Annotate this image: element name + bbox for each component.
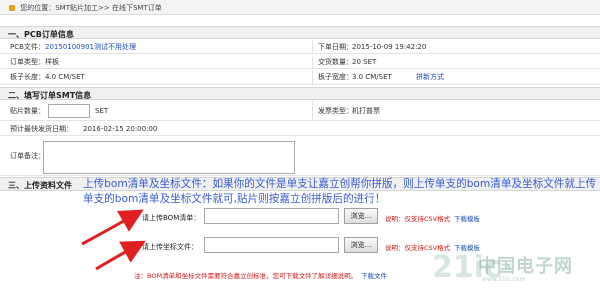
board-length-label: 板子长度：	[10, 73, 45, 81]
patch-qty-label: 贴片数量：	[10, 106, 45, 115]
expected-date-value: 2016-02-15 20:00:00	[83, 124, 158, 133]
bom-upload-label: 请上传BOM清单：	[142, 214, 201, 222]
column-divider	[312, 40, 313, 53]
order-type-label: 订单类型：	[10, 57, 45, 66]
upload-notice: 上传bom清单及坐标文件：如果你的文件是单支让嘉立创帮你拼版，则上传单支的bom…	[83, 178, 597, 205]
smt-row-2: 预计最快发货日期： 2016-02-15 20:00:00	[0, 122, 600, 136]
coord-browse-button[interactable]: 浏览...	[344, 237, 378, 253]
column-divider	[312, 55, 313, 68]
delivery-qty-label: 交货数量：	[318, 57, 353, 66]
invoice-type-value: 机打普票	[352, 106, 380, 115]
coord-file-input[interactable]	[204, 237, 339, 253]
location-icon	[9, 5, 15, 11]
order-date-value: 2015-10-09 19:42:20	[352, 42, 427, 51]
breadcrumb: 您的位置：SMT贴片加工>> 在线下SMT订单	[0, 0, 600, 15]
board-width-value: 3.0 CM/SET	[352, 73, 392, 81]
patch-qty-unit: SET	[95, 106, 109, 115]
watermark-text: 中国电子网	[478, 256, 573, 277]
smt-row-1: 贴片数量： SET 发票类型： 机打普票	[0, 101, 600, 121]
pcb-info-row-1: PCB文件： 20150100901测试不用处理 下单日期： 2015-10-0…	[0, 40, 600, 54]
delivery-qty-value: 20 SET	[352, 57, 377, 66]
panel-method-link[interactable]: 拼新方式	[416, 70, 444, 84]
pcb-info-row-3: 板子长度： 4.0 CM/SET 板子宽度： 3.0 CM/SET 拼新方式	[0, 70, 600, 85]
bom-csv-note: 说明：仅支持CSV格式	[385, 215, 451, 223]
pcb-file-link[interactable]: 20150100901测试不用处理	[45, 40, 136, 53]
invoice-type-label: 发票类型：	[318, 106, 353, 115]
upload-footer-download-link[interactable]: 下载文件	[361, 270, 387, 280]
order-date-label: 下单日期：	[318, 42, 353, 51]
bom-download-template-link[interactable]: 下载模板	[454, 213, 480, 223]
smt-remark-row: 订单备注：	[0, 137, 600, 176]
bom-file-input[interactable]	[204, 208, 339, 224]
annotation-arrow-icon	[95, 240, 146, 271]
expected-date-label: 预计最快发货日期：	[10, 124, 73, 133]
watermark-sub: www.21ic.com	[482, 276, 526, 283]
section-smt-header: 二、填写订单SMT信息	[0, 87, 600, 100]
pcb-info-row-2: 订单类型： 样板 交货数量： 20 SET	[0, 55, 600, 69]
breadcrumb-text: 您的位置：SMT贴片加工>> 在线下SMT订单	[20, 4, 162, 12]
board-width-label: 板子宽度：	[318, 73, 353, 81]
order-type-value: 样板	[45, 57, 59, 66]
remark-label: 订单备注：	[10, 152, 45, 160]
remark-textarea[interactable]	[43, 141, 295, 174]
section-pcb-info-header: 一、PCB订单信息	[0, 26, 600, 39]
upload-footer-note: 注：BOM清单和坐标文件需要符合嘉立创标准，您可下载文件了解详细说明。	[134, 272, 358, 280]
column-divider	[312, 70, 313, 84]
pcb-file-label: PCB文件：	[10, 42, 45, 51]
patch-qty-input[interactable]	[48, 104, 90, 118]
bom-browse-button[interactable]: 浏览...	[344, 208, 378, 224]
column-divider	[312, 101, 313, 120]
board-length-value: 4.0 CM/SET	[45, 73, 85, 81]
